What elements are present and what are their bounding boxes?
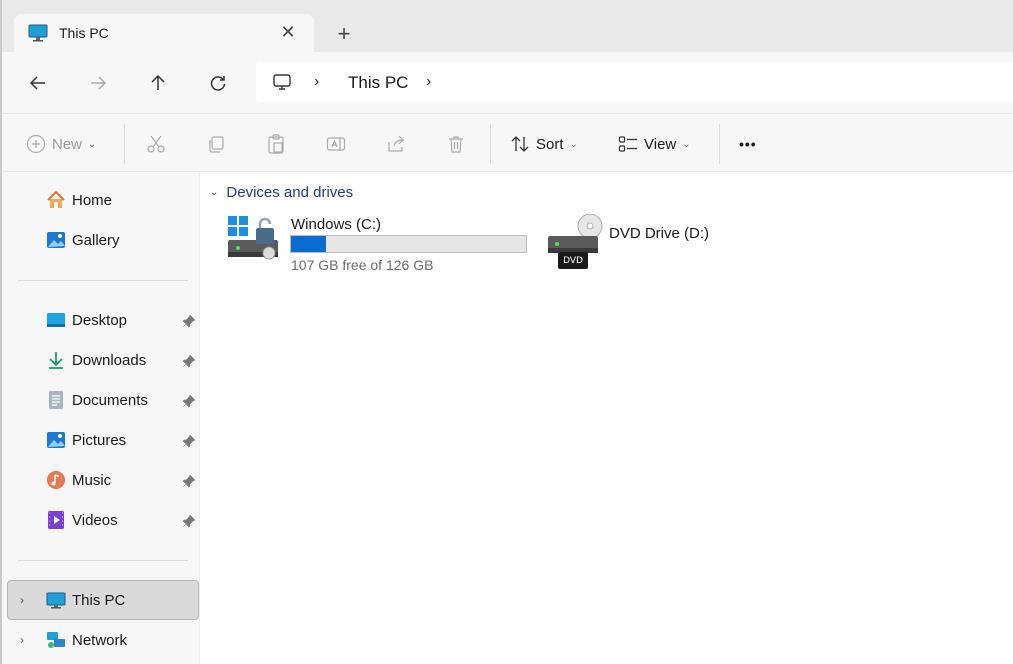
sidebar-item-downloads[interactable]: Downloads: [46, 348, 146, 372]
command-bar: New ⌄ Sort ⌄ View ⌄ •••: [0, 114, 1013, 172]
drive-c-free-space: 107 GB free of 126 GB: [291, 257, 434, 273]
clipboard-icon: [268, 134, 284, 154]
downloads-icon: [46, 350, 66, 370]
address-bar[interactable]: › This PC ›: [256, 62, 1013, 102]
sidebar-divider: [18, 280, 188, 281]
this-pc-icon: [46, 590, 66, 610]
pictures-icon: [46, 430, 66, 450]
videos-icon: [46, 510, 66, 530]
chevron-down-icon: ⌄: [88, 138, 97, 150]
network-icon: [46, 630, 66, 650]
arrow-left-icon: [29, 76, 45, 90]
divider: [719, 124, 720, 164]
breadcrumb-this-pc[interactable]: This PC: [348, 73, 408, 93]
pin-icon[interactable]: [182, 314, 196, 328]
forward-button[interactable]: [86, 71, 110, 95]
divider: [490, 124, 491, 164]
drive-d-name: DVD Drive (D:): [609, 225, 709, 242]
back-button[interactable]: [26, 71, 50, 95]
copy-button[interactable]: [206, 132, 226, 156]
pin-icon[interactable]: [182, 474, 196, 488]
refresh-icon: [210, 76, 226, 91]
plus-circle-icon: [26, 134, 46, 154]
copy-icon: [209, 136, 224, 153]
cut-button[interactable]: [146, 132, 166, 156]
home-icon: [46, 190, 66, 210]
sidebar-item-network[interactable]: Network: [46, 628, 127, 652]
new-button[interactable]: New ⌄: [26, 132, 96, 156]
sidebar-item-this-pc[interactable]: This PC: [46, 588, 125, 612]
refresh-button[interactable]: [206, 71, 230, 95]
chevron-down-icon: ⌄: [682, 138, 691, 150]
see-more-button[interactable]: •••: [739, 132, 757, 156]
tab-this-pc[interactable]: This PC ✕: [14, 14, 314, 52]
drive-c-name: Windows (C:): [291, 216, 382, 233]
rename-icon: [326, 137, 346, 151]
sidebar-item-gallery[interactable]: Gallery: [46, 228, 120, 252]
gallery-icon: [46, 230, 66, 250]
arrow-right-icon: [91, 76, 107, 90]
sidebar-item-videos[interactable]: Videos: [46, 508, 118, 532]
sidebar-item-desktop[interactable]: Desktop: [46, 308, 127, 332]
view-button[interactable]: View ⌄: [618, 132, 691, 156]
drive-c-usage-fill: [291, 236, 327, 252]
breadcrumb-chevron-icon[interactable]: ›: [426, 73, 431, 91]
drive-c-usage-bar: [290, 235, 527, 253]
documents-icon: [46, 390, 66, 410]
monitor-icon: [28, 24, 48, 42]
pin-icon[interactable]: [182, 354, 196, 368]
trash-icon: [449, 136, 463, 153]
group-title: Devices and drives: [226, 184, 354, 201]
pin-icon[interactable]: [182, 434, 196, 448]
tab-strip: This PC ✕ +: [0, 0, 1013, 52]
file-list-area: ⌄ Devices and drives Windows (C:) 107 GB…: [200, 172, 1013, 664]
up-button[interactable]: [146, 71, 170, 95]
dvd-badge: DVD: [563, 256, 583, 266]
close-tab-icon[interactable]: ✕: [278, 22, 298, 42]
sort-icon: [511, 136, 529, 152]
arrow-up-icon: [151, 74, 165, 90]
sidebar-item-pictures[interactable]: Pictures: [46, 428, 126, 452]
sidebar-divider: [18, 560, 188, 561]
pin-icon[interactable]: [182, 394, 196, 408]
navigation-bar: › This PC ›: [0, 52, 1013, 114]
computer-icon: [272, 72, 292, 92]
windows-drive-icon: [226, 214, 282, 262]
scissors-icon: [147, 135, 165, 153]
navigation-pane: Home Gallery Desktop Downloads Documents: [0, 172, 200, 664]
chevron-right-icon[interactable]: ›: [20, 633, 24, 647]
delete-button[interactable]: [446, 132, 466, 156]
divider: [124, 124, 125, 164]
tab-title: This PC: [59, 25, 109, 41]
sort-label: Sort: [536, 135, 564, 153]
breadcrumb-chevron-icon[interactable]: ›: [314, 73, 319, 91]
music-icon: [46, 470, 66, 490]
group-header-devices[interactable]: ⌄ Devices and drives: [210, 184, 353, 201]
share-icon: [388, 135, 404, 152]
paste-button[interactable]: [266, 132, 286, 156]
sidebar-item-home[interactable]: Home: [46, 188, 112, 212]
share-button[interactable]: [386, 132, 406, 156]
new-label: New: [52, 135, 83, 153]
new-tab-button[interactable]: +: [332, 23, 356, 47]
sidebar-item-music[interactable]: Music: [46, 468, 111, 492]
chevron-down-icon: ⌄: [210, 187, 219, 198]
view-label: View: [644, 135, 677, 153]
chevron-down-icon: ⌄: [569, 138, 578, 150]
sidebar-item-documents[interactable]: Documents: [46, 388, 148, 412]
chevron-right-icon[interactable]: ›: [20, 593, 24, 607]
pin-icon[interactable]: [182, 514, 196, 528]
rename-button[interactable]: [326, 132, 346, 156]
view-list-icon: [618, 136, 637, 152]
desktop-folder-icon: [46, 310, 66, 330]
sort-button[interactable]: Sort ⌄: [510, 132, 578, 156]
